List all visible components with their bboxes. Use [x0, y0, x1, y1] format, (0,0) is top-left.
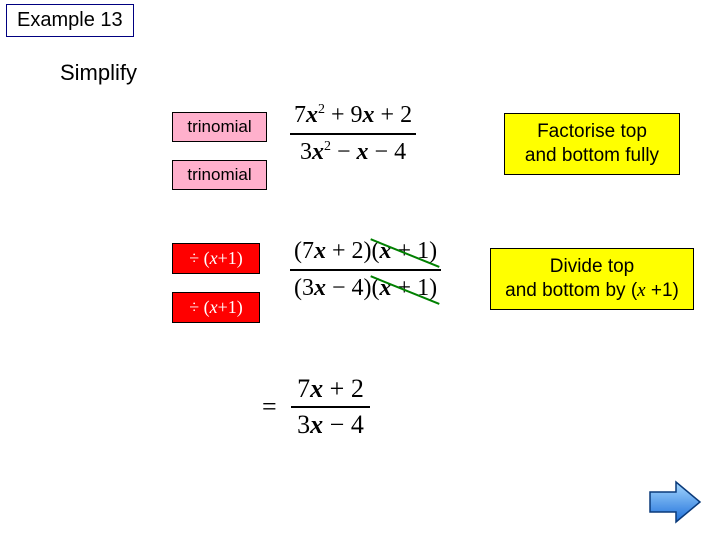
denominator: 3x − 4 — [291, 410, 370, 440]
example-title: Example 13 — [6, 4, 134, 37]
tag-divide-bottom: ÷ (x+1) — [172, 292, 260, 323]
divide-suffix: +1) — [218, 248, 243, 268]
tag-trinomial-top: trinomial — [172, 112, 267, 142]
fraction-bar — [291, 406, 370, 408]
fraction-bar — [290, 269, 441, 271]
divide-var: x — [210, 297, 218, 317]
denominator: (3x − 4)(x + 1) — [290, 273, 441, 304]
hint-line: and bottom fully — [525, 145, 659, 166]
coef: 7 — [294, 102, 306, 128]
denominator: 3x2 − x − 4 — [290, 137, 416, 168]
hint-line-b: +1) — [646, 280, 679, 301]
divide-suffix: +1) — [218, 297, 243, 317]
const: 2 — [400, 102, 412, 128]
expression-result: = 7x + 2 3x − 4 — [262, 374, 370, 440]
hint-line: Divide top — [550, 256, 635, 277]
subheading: Simplify — [60, 60, 137, 86]
numerator: (7x + 2)(x + 1) — [290, 236, 441, 267]
tag-divide-top: ÷ (x+1) — [172, 243, 260, 274]
hint-line-a: and bottom by ( — [505, 280, 637, 301]
divide-prefix: ÷ ( — [189, 248, 209, 268]
tag-trinomial-bottom: trinomial — [172, 160, 267, 190]
const: 4 — [394, 139, 406, 165]
divide-var: x — [210, 248, 218, 268]
hint-var: x — [637, 280, 645, 301]
fraction-bar — [290, 133, 416, 135]
const: 4 — [352, 275, 364, 301]
hint-factorise: Factorise top and bottom fully — [504, 113, 680, 175]
coef: 3 — [300, 139, 312, 165]
hint-divide: Divide top and bottom by (x +1) — [490, 248, 694, 310]
const: 4 — [351, 410, 364, 439]
coef: 3 — [302, 275, 314, 301]
equals-sign: = — [262, 392, 277, 422]
coef: 7 — [297, 374, 310, 403]
divide-prefix: ÷ ( — [189, 297, 209, 317]
const: 2 — [352, 238, 364, 264]
const: 2 — [351, 374, 364, 403]
coef: 9 — [351, 102, 363, 128]
coef: 7 — [302, 238, 314, 264]
numerator: 7x + 2 — [291, 374, 370, 404]
expression-original: 7x2 + 9x + 2 3x2 − x − 4 — [290, 100, 416, 168]
coef: 3 — [297, 410, 310, 439]
next-arrow-icon[interactable] — [648, 480, 702, 524]
numerator: 7x2 + 9x + 2 — [290, 100, 416, 131]
hint-line: Factorise top — [537, 121, 647, 142]
expression-factored: (7x + 2)(x + 1) (3x − 4)(x + 1) — [290, 236, 441, 304]
